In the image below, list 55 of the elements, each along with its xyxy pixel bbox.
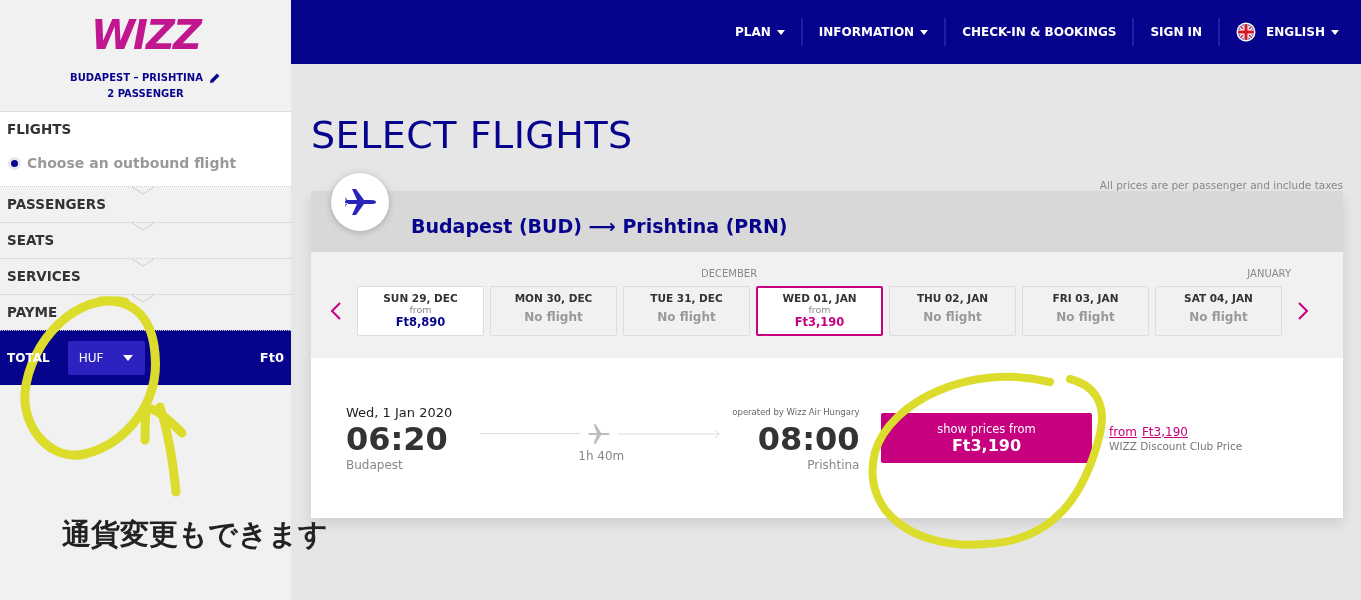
caret-icon [776,29,785,35]
nav-link[interactable]: SIGN IN [1150,25,1203,39]
step-section[interactable]: PASSENGERS [0,187,291,223]
airplane-icon [331,173,389,231]
chevron-icon [132,187,154,195]
date-tab[interactable]: MON 30, DEC No flight [490,286,617,336]
step-section[interactable]: FLIGHTS Choose an outbound flight [0,112,291,187]
page-title: SELECT FLIGHTS [311,114,634,156]
flag-icon [1236,22,1257,42]
date-tab[interactable]: TUE 31, DEC No flight [623,286,750,336]
nav-link[interactable]: CHECK-IN & BOOKINGS [962,25,1117,39]
trip-route: BUDAPEST – PRISHTINA [70,71,203,85]
nav-link[interactable]: INFORMATION [818,25,929,39]
chevron-icon [132,295,154,303]
wizz-logo[interactable]: WIZZ [91,10,200,60]
arrival-time: 08:00 [757,419,860,458]
caret-icon [920,29,929,35]
club-from-link[interactable]: from [1109,424,1137,439]
currency-dropdown[interactable]: HUF [67,340,145,375]
step-label: SERVICES [7,268,81,284]
route-title: Budapest (BUD) ⟶ Prishtina (PRN) [411,214,788,237]
price-note: All prices are per passenger and include taxes [1099,179,1343,191]
operator-note: operated by Wizz Air Hungary [732,405,860,419]
departure-time: 06:20 [346,419,449,458]
nav-link[interactable]: ENGLISH [1236,22,1339,42]
arrival-city: Prishtina [807,457,860,472]
departure-city: Budapest [346,457,404,472]
annotation-caption: 通貨変更もできます [62,516,328,553]
step-label: PASSENGERS [7,196,106,212]
date-tab[interactable]: SAT 04, JAN No flight [1155,286,1282,336]
current-step-dot [11,159,18,167]
flight-date: Wed, 1 Jan 2020 [346,404,453,420]
total-amount: Ft0 [259,350,284,365]
club-price-link[interactable]: Ft3,190 [1141,424,1188,439]
chevron-icon [132,223,154,231]
date-tab[interactable]: THU 02, JAN No flight [889,286,1016,336]
nav-link[interactable]: PLAN [735,25,785,39]
step-section[interactable]: SEATS [0,223,291,259]
step-label: PAYME [7,304,58,320]
step-label: FLIGHTS [7,121,72,137]
club-price-label: WIZZ Discount Club Price [1109,439,1243,452]
chevron-icon [132,259,154,267]
date-tab[interactable]: SUN 29, DEC from Ft8,890 [357,286,484,336]
date-tab[interactable]: FRI 03, JAN No flight [1022,286,1149,336]
flight-duration: 1h 40m [578,448,625,463]
month-label: JANUARY [1247,268,1291,281]
show-prices-button[interactable]: show prices from Ft3,190 [881,413,1092,463]
month-label: DECEMBER [701,268,758,281]
caret-icon [123,354,134,361]
passenger-count: 2 PASSENGER [107,87,184,101]
date-tab[interactable]: WED 01, JAN from Ft3,190 [756,286,883,336]
caret-icon [1331,29,1339,35]
step-label: SEATS [7,232,55,248]
pencil-icon[interactable] [208,72,221,84]
step-section[interactable]: SERVICES [0,259,291,295]
